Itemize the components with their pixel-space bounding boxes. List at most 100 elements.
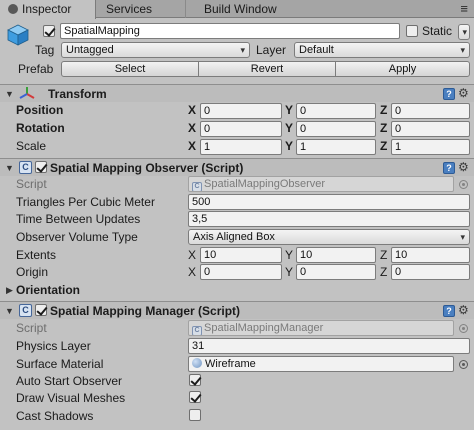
object-name-field[interactable]: SpatialMapping bbox=[60, 23, 400, 39]
dropdown-arrow-icon: ▾ bbox=[460, 232, 465, 242]
surface-material-field[interactable]: Wireframe bbox=[188, 356, 454, 372]
origin-z-label: Z bbox=[380, 265, 388, 279]
position-x-label: X bbox=[188, 103, 197, 117]
gear-icon[interactable]: ⚙ bbox=[458, 160, 469, 174]
scale-z-field[interactable]: 1 bbox=[391, 139, 470, 155]
prefab-apply-button[interactable]: Apply bbox=[335, 61, 470, 77]
extents-x-field[interactable]: 10 bbox=[200, 247, 282, 263]
tab-inspector[interactable]: Inspector bbox=[0, 0, 96, 19]
scale-x-field[interactable]: 1 bbox=[200, 139, 282, 155]
layer-dropdown[interactable]: Default ▾ bbox=[294, 42, 470, 58]
cube-icon bbox=[7, 24, 29, 46]
help-book-icon[interactable]: ? bbox=[443, 88, 455, 100]
rotation-y-label: Y bbox=[285, 121, 294, 135]
physics-layer-label: Physics Layer bbox=[16, 339, 91, 353]
manager-script-field: C SpatialMappingManager bbox=[188, 320, 454, 336]
extents-z-field[interactable]: 10 bbox=[391, 247, 470, 263]
rotation-x-field[interactable]: 0 bbox=[200, 121, 282, 137]
position-z-field[interactable]: 0 bbox=[391, 103, 470, 119]
manager-title: Spatial Mapping Manager (Script) bbox=[50, 304, 241, 318]
dropdown-arrow-icon: ▾ bbox=[460, 45, 465, 55]
tag-dropdown[interactable]: Untagged ▾ bbox=[61, 42, 250, 58]
material-sphere-icon bbox=[192, 358, 202, 368]
observer-script-label: Script bbox=[16, 177, 47, 191]
context-menu-icon[interactable]: ≡ bbox=[460, 1, 468, 16]
rotation-y-field[interactable]: 0 bbox=[296, 121, 376, 137]
scale-x-label: X bbox=[188, 139, 197, 153]
prefab-label: Prefab bbox=[18, 62, 54, 76]
extents-y-label: Y bbox=[285, 248, 294, 262]
scale-y-label: Y bbox=[285, 139, 294, 153]
extents-z-label: Z bbox=[380, 248, 388, 262]
observer-enabled-checkbox[interactable] bbox=[35, 161, 47, 173]
triangles-label: Triangles Per Cubic Meter bbox=[16, 195, 155, 209]
physics-layer-field[interactable]: 31 bbox=[188, 338, 470, 354]
transform-title: Transform bbox=[48, 87, 107, 101]
manager-script-label: Script bbox=[16, 321, 47, 335]
rotation-z-field[interactable]: 0 bbox=[391, 121, 470, 137]
tag-label: Tag bbox=[35, 43, 55, 57]
help-book-icon[interactable]: ? bbox=[443, 162, 455, 174]
object-picker-icon bbox=[459, 324, 468, 333]
foldout-arrow-icon[interactable]: ▶ bbox=[6, 285, 13, 296]
origin-y-label: Y bbox=[285, 265, 294, 279]
draw-visual-meshes-label: Draw Visual Meshes bbox=[16, 391, 126, 405]
tab-build-window[interactable]: Build Window bbox=[198, 0, 308, 18]
orientation-foldout[interactable]: Orientation bbox=[16, 283, 80, 297]
time-between-updates-label: Time Between Updates bbox=[16, 212, 141, 226]
auto-start-observer-checkbox[interactable] bbox=[189, 374, 201, 386]
help-book-icon[interactable]: ? bbox=[443, 305, 455, 317]
extents-x-label: X bbox=[188, 248, 197, 262]
scale-label: Scale bbox=[16, 139, 47, 153]
position-y-field[interactable]: 0 bbox=[296, 103, 376, 119]
gear-icon[interactable]: ⚙ bbox=[458, 86, 469, 100]
foldout-arrow-icon[interactable]: ▼ bbox=[5, 89, 14, 99]
layer-label: Layer bbox=[256, 43, 287, 57]
auto-start-observer-label: Auto Start Observer bbox=[16, 374, 123, 388]
static-checkbox[interactable] bbox=[406, 25, 418, 37]
prefab-revert-button[interactable]: Revert bbox=[198, 61, 336, 77]
foldout-arrow-icon[interactable]: ▼ bbox=[5, 306, 14, 316]
surface-material-label: Surface Material bbox=[16, 357, 104, 371]
transform-axes-icon bbox=[19, 87, 35, 99]
origin-label: Origin bbox=[16, 265, 49, 279]
origin-z-field[interactable]: 0 bbox=[391, 264, 470, 280]
script-file-icon: C bbox=[192, 326, 202, 335]
rotation-x-label: X bbox=[188, 121, 197, 135]
dropdown-arrow-icon: ▾ bbox=[462, 27, 467, 37]
script-file-icon: C bbox=[19, 161, 32, 174]
origin-x-field[interactable]: 0 bbox=[200, 264, 282, 280]
dropdown-arrow-icon: ▾ bbox=[240, 45, 245, 55]
foldout-arrow-icon[interactable]: ▼ bbox=[5, 163, 14, 173]
prefab-select-button[interactable]: Select bbox=[61, 61, 199, 77]
origin-y-field[interactable]: 0 bbox=[296, 264, 376, 280]
draw-visual-meshes-checkbox[interactable] bbox=[189, 391, 201, 403]
triangles-field[interactable]: 500 bbox=[188, 194, 470, 210]
volume-type-label: Observer Volume Type bbox=[16, 230, 138, 244]
volume-type-dropdown[interactable]: Axis Aligned Box ▾ bbox=[188, 229, 470, 245]
position-z-label: Z bbox=[380, 103, 388, 117]
rotation-z-label: Z bbox=[380, 121, 388, 135]
static-label: Static bbox=[422, 24, 453, 38]
extents-label: Extents bbox=[16, 248, 57, 262]
gear-icon[interactable]: ⚙ bbox=[458, 303, 469, 317]
active-checkbox[interactable] bbox=[43, 25, 55, 37]
observer-title: Spatial Mapping Observer (Script) bbox=[50, 161, 244, 175]
scale-y-field[interactable]: 1 bbox=[296, 139, 376, 155]
rotation-label: Rotation bbox=[16, 121, 65, 135]
static-dropdown[interactable]: ▾ bbox=[458, 24, 470, 40]
origin-x-label: X bbox=[188, 265, 197, 279]
manager-enabled-checkbox[interactable] bbox=[35, 304, 47, 316]
script-file-icon: C bbox=[19, 304, 32, 317]
observer-script-field: C SpatialMappingObserver bbox=[188, 176, 454, 192]
script-file-icon: C bbox=[192, 182, 202, 191]
scale-z-label: Z bbox=[380, 139, 388, 153]
extents-y-field[interactable]: 10 bbox=[296, 247, 376, 263]
cast-shadows-checkbox[interactable] bbox=[189, 409, 201, 421]
inspector-tab-icon bbox=[8, 4, 18, 14]
position-x-field[interactable]: 0 bbox=[200, 103, 282, 119]
tab-bar: Inspector Services Build Window ≡ bbox=[0, 0, 474, 19]
object-picker-icon[interactable] bbox=[459, 360, 468, 369]
time-between-updates-field[interactable]: 3,5 bbox=[188, 211, 470, 227]
tab-services[interactable]: Services bbox=[98, 0, 186, 18]
